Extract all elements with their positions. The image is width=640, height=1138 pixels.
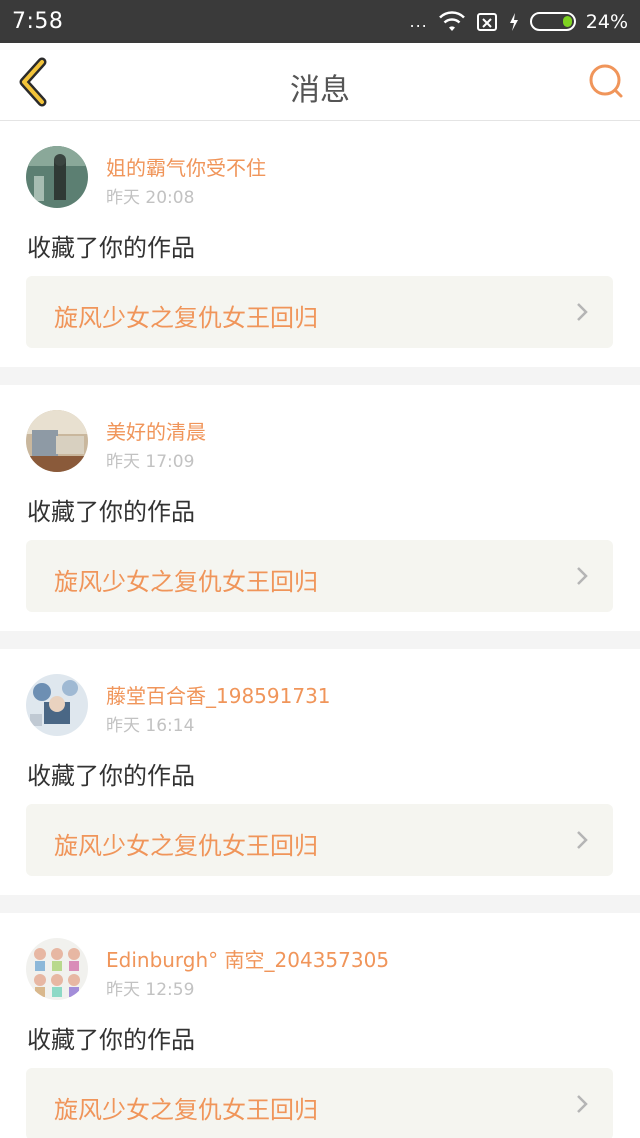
timestamp: 昨天 12:59	[106, 980, 195, 1000]
avatar[interactable]	[26, 410, 88, 472]
message-list: 姐的霸气你受不住 昨天 20:08 收藏了你的作品 旋风少女之复仇女王回归 美好…	[0, 121, 640, 1138]
work-link[interactable]: 旋风少女之复仇女王回归	[26, 1068, 613, 1138]
username[interactable]: 姐的霸气你受不住	[106, 152, 266, 181]
status-icons: ... 24%	[410, 11, 629, 33]
search-button[interactable]	[586, 61, 626, 101]
username[interactable]: 藤堂百合香_198591731	[106, 680, 331, 709]
avatar-image	[26, 938, 88, 1000]
wifi-icon	[438, 10, 465, 31]
action-text: 收藏了你的作品	[27, 1026, 195, 1054]
avatar[interactable]	[26, 938, 88, 1000]
search-icon	[589, 64, 623, 98]
status-time: 7:58	[12, 9, 64, 34]
timestamp: 昨天 16:14	[106, 716, 195, 736]
avatar-image	[26, 674, 88, 736]
message-card: 藤堂百合香_198591731 昨天 16:14 收藏了你的作品 旋风少女之复仇…	[0, 649, 640, 895]
battery-percent: 24%	[585, 10, 628, 33]
status-bar: 7:58 ... 24%	[0, 0, 640, 43]
avatar[interactable]	[26, 674, 88, 736]
no-sim-icon	[476, 12, 497, 31]
avatar-image	[26, 146, 88, 208]
work-link[interactable]: 旋风少女之复仇女王回归	[26, 540, 613, 612]
status-dots: ...	[409, 12, 428, 31]
avatar-image	[26, 410, 88, 472]
message-card: Edinburgh° 南空_204357305 昨天 12:59 收藏了你的作品…	[0, 913, 640, 1138]
chevron-right-icon	[577, 567, 588, 585]
action-text: 收藏了你的作品	[27, 762, 195, 790]
work-link[interactable]: 旋风少女之复仇女王回归	[26, 804, 613, 876]
charging-icon	[509, 12, 518, 31]
battery-icon	[529, 12, 576, 31]
username[interactable]: Edinburgh° 南空_204357305	[106, 944, 389, 973]
page-title: 消息	[290, 73, 350, 108]
message-card: 美好的清晨 昨天 17:09 收藏了你的作品 旋风少女之复仇女王回归	[0, 385, 640, 631]
username[interactable]: 美好的清晨	[106, 416, 206, 445]
work-title: 旋风少女之复仇女王回归	[54, 304, 318, 332]
chevron-right-icon	[577, 1095, 588, 1113]
action-text: 收藏了你的作品	[27, 234, 195, 262]
timestamp: 昨天 17:09	[106, 452, 195, 472]
battery-fill	[562, 16, 572, 27]
timestamp: 昨天 20:08	[106, 188, 195, 208]
work-title: 旋风少女之复仇女王回归	[54, 832, 318, 860]
work-title: 旋风少女之复仇女王回归	[54, 568, 318, 596]
avatar[interactable]	[26, 146, 88, 208]
chevron-right-icon	[577, 303, 588, 321]
chevron-right-icon	[577, 831, 588, 849]
header: 消息	[0, 43, 640, 121]
action-text: 收藏了你的作品	[27, 498, 195, 526]
work-title: 旋风少女之复仇女王回归	[54, 1096, 318, 1124]
work-link[interactable]: 旋风少女之复仇女王回归	[26, 276, 613, 348]
message-card: 姐的霸气你受不住 昨天 20:08 收藏了你的作品 旋风少女之复仇女王回归	[0, 121, 640, 367]
